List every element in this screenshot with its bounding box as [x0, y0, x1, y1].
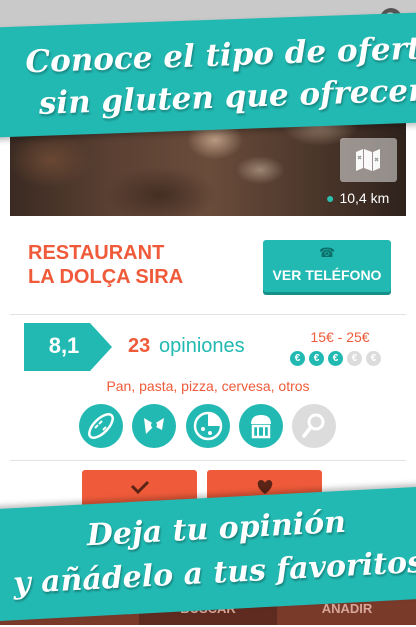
- euro-icon-active: €: [328, 351, 343, 366]
- euro-icon-inactive: €: [347, 351, 362, 366]
- divider: [10, 460, 406, 461]
- beer-icon: [292, 404, 336, 448]
- rating-badge: 8,1: [24, 323, 112, 371]
- pasta-icon: [132, 404, 176, 448]
- phone-icon: ☎: [318, 245, 336, 260]
- banner-top-line1: Conoce el tipo de oferta: [24, 29, 416, 81]
- promo-banner-bottom: Deja tu opinión y añádelo a tus favorito…: [0, 486, 416, 622]
- map-button[interactable]: [340, 138, 397, 182]
- view-phone-label: VER TELÉFONO: [272, 267, 382, 283]
- restaurant-name: RESTAURANT LA DOLÇA SIRA: [28, 242, 184, 288]
- euro-icon-active: €: [309, 351, 324, 366]
- divider: [10, 314, 406, 315]
- banner-top-line2: sin gluten que ofrecen: [38, 72, 416, 122]
- location-pin-icon: ●: [326, 190, 335, 206]
- pastry-icon: [239, 404, 283, 448]
- opinions-count[interactable]: 23: [128, 335, 150, 358]
- distance-label: ● 10,4 km: [326, 190, 390, 206]
- food-tags: Pan, pasta, pizza, cervesa, otros: [106, 378, 310, 394]
- rating-score: 8,1: [48, 333, 80, 358]
- banner-bottom-line2: y añádelo a tus favoritos: [12, 544, 416, 602]
- view-phone-button[interactable]: ☎ VER TELÉFONO: [263, 240, 391, 292]
- map-icon: [356, 149, 380, 171]
- banner-bottom-line1: Deja tu opinión: [85, 504, 347, 554]
- euro-icon-inactive: €: [366, 351, 381, 366]
- check-icon: [130, 480, 150, 495]
- opinions-label[interactable]: opiniones: [159, 335, 245, 358]
- bread-icon: [79, 404, 123, 448]
- price-range: 15€ - 25€: [310, 329, 370, 345]
- euro-icon-active: €: [290, 351, 305, 366]
- promo-banner-top: Conoce el tipo de oferta sin gluten que …: [0, 12, 416, 138]
- pizza-icon: [186, 404, 230, 448]
